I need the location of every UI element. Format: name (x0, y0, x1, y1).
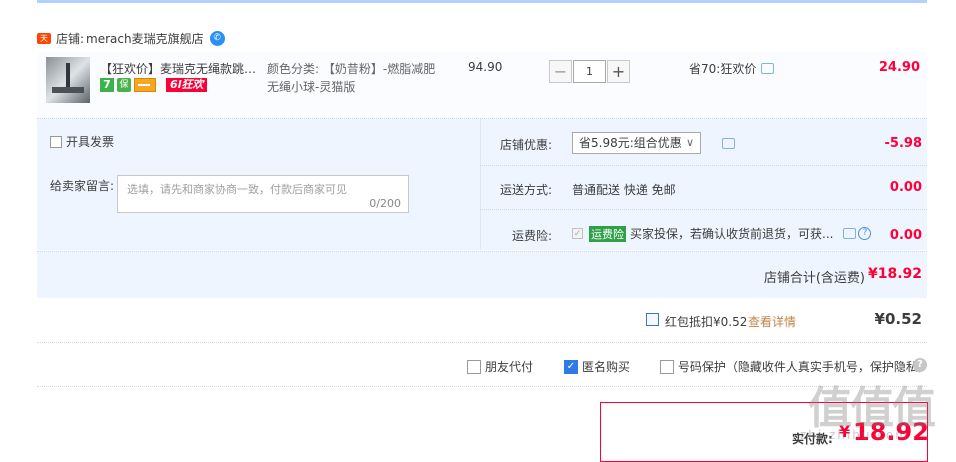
tmall-icon: 天猫 (37, 32, 51, 54)
shipping-method: 普通配送 快递 免邮 (572, 183, 676, 197)
shop-label: 店铺: (56, 31, 85, 46)
credit-card-icon[interactable] (134, 78, 156, 92)
seller-memo-textarea[interactable]: 选填，请先和商家协商一致，付款后商家可见 0/200 (117, 175, 409, 213)
shop-name-link[interactable]: merach麦瑞克旗舰店 (86, 30, 204, 47)
comment-icon[interactable] (843, 228, 857, 239)
shop-total-value: ¥18.92 (867, 266, 922, 282)
shipping-amount: 0.00 (889, 180, 922, 195)
invoice-label: 开具发票 (66, 135, 115, 149)
insurance-option: ✓ 运费险 买家投保，若确认收货前退货，可获... ? (572, 225, 872, 242)
thumbnail-decoration (52, 87, 84, 93)
comment-icon[interactable] (722, 138, 735, 149)
anonymous-option[interactable]: ✓ 匿名购买 (564, 358, 630, 375)
invoice-option[interactable]: 开具发票 (50, 133, 114, 150)
order-options-panel: 开具发票 给卖家留言: 选填，请先和商家协商一致，付款后商家可见 0/200 店… (37, 119, 927, 250)
sku-line: 无绳小球-灵猫版 (267, 80, 356, 94)
top-divider (37, 0, 927, 3)
friend-pay-option[interactable]: 朋友代付 (467, 358, 533, 375)
item-subtotal: 24.90 (878, 60, 920, 75)
shop-total-label: 店铺合计(含运费) (763, 271, 865, 286)
shop-header: 天猫 店铺: merach麦瑞克旗舰店 ✆ (37, 28, 225, 54)
coupon-selected-value: 省5.98元:组合优惠 (579, 136, 682, 150)
order-item-row: 【狂欢价】麦瑞克无绳款跳绳健身减肥 7 保 6l狂欢 颜色分类: 【奶昔粉】-燃… (37, 52, 927, 119)
site-watermark-url: zhi.zhihu.com (800, 428, 909, 442)
red-packet-details-link[interactable]: 查看详情 (748, 313, 796, 330)
memo-label: 给卖家留言: (50, 179, 115, 193)
shop-coupon-select[interactable]: 省5.98元:组合优惠 ∨ (572, 132, 701, 154)
seven-day-return-icon[interactable]: 7 (100, 78, 114, 92)
divider (480, 209, 927, 211)
help-icon[interactable]: ? (858, 227, 872, 240)
sku-line: 颜色分类: 【奶昔粉】-燃脂减肥 (267, 62, 436, 76)
chevron-down-icon: ∨ (685, 136, 694, 149)
coupon-amount: -5.98 (884, 136, 922, 151)
comment-icon[interactable] (761, 63, 775, 74)
insurance-text: 买家投保，若确认收货前退货，可获... (630, 227, 834, 241)
unit-price: 94.90 (468, 60, 503, 74)
promotion-info: 省70:狂欢价 (689, 60, 775, 77)
friend-pay-label: 朋友代付 (485, 360, 534, 374)
insurance-amount: 0.00 (889, 228, 922, 243)
memo-char-count: 0/200 (369, 197, 401, 210)
increase-qty-button[interactable]: + (607, 60, 630, 83)
payment-options-row: 朋友代付 ✓ 匿名购买 号码保护（隐藏收件人真实手机号，保护隐私） ? (37, 344, 930, 387)
number-protection-checkbox[interactable] (660, 359, 674, 374)
insurance-tag: 运费险 (589, 225, 626, 242)
product-title-link[interactable]: 【狂欢价】麦瑞克无绳款跳绳健身减肥 (100, 60, 266, 77)
anonymous-checkbox[interactable]: ✓ (564, 359, 578, 374)
wangwang-chat-icon[interactable]: ✆ (209, 30, 225, 46)
product-thumbnail[interactable] (46, 57, 90, 103)
promo-618-badge: 6l狂欢 (166, 78, 208, 92)
red-packet-row: 红包抵扣¥0.52 查看详情 ¥0.52 (37, 298, 927, 343)
site-watermark: 值值值 (808, 383, 936, 434)
guarantee-shield-icon[interactable]: 保 (117, 78, 131, 92)
shipping-label: 运送方式: (499, 183, 552, 197)
promotion-text: 省70:狂欢价 (689, 62, 757, 76)
sku-info: 颜色分类: 【奶昔粉】-燃脂减肥 无绳小球-灵猫版 (267, 60, 437, 96)
shop-total-row: 店铺合计(含运费) ¥18.92 (37, 251, 927, 298)
quantity-input[interactable]: 1 (573, 60, 606, 83)
coupon-label: 店铺优惠: (499, 138, 552, 152)
quantity-stepper: − 1 + (549, 60, 630, 83)
divider (480, 165, 927, 167)
insurance-checkbox: ✓ (572, 228, 583, 239)
red-packet-label: 红包抵扣¥0.52 (665, 315, 748, 329)
invoice-checkbox[interactable] (50, 135, 62, 148)
decrease-qty-button[interactable]: − (549, 60, 572, 83)
product-badges: 7 保 6l狂欢 (100, 78, 208, 92)
red-packet-checkbox[interactable] (646, 313, 659, 326)
insurance-label: 运费险: (511, 229, 552, 243)
help-icon[interactable]: ? (913, 358, 927, 372)
red-packet-value: ¥0.52 (874, 310, 922, 328)
memo-placeholder: 选填，请先和商家协商一致，付款后商家可见 (127, 183, 347, 196)
friend-pay-checkbox[interactable] (467, 359, 481, 374)
anonymous-label: 匿名购买 (582, 360, 631, 374)
